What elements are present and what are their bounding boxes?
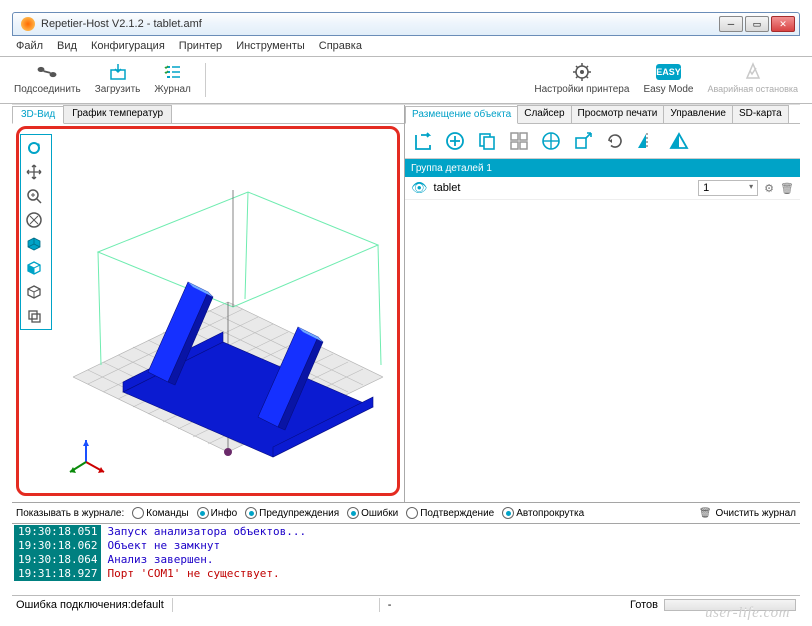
viewport-wrap <box>12 124 404 502</box>
log-output[interactable]: 19:30:18.051Запуск анализатора объектов.… <box>12 524 800 595</box>
status-dash: - <box>388 599 392 611</box>
printer-settings-button[interactable]: Настройки принтера <box>534 61 629 95</box>
add-object-icon[interactable] <box>443 129 467 153</box>
object-row[interactable]: 👁 tablet 1▾ ⚙ 🗑 <box>405 177 800 200</box>
tab-slicer[interactable]: Слайсер <box>517 105 571 123</box>
center-icon[interactable] <box>539 129 563 153</box>
viewport-toolbar <box>20 134 52 330</box>
tab-control[interactable]: Управление <box>663 105 733 123</box>
filter-ack[interactable]: Подтверждение <box>406 507 494 519</box>
filter-errors[interactable]: Ошибки <box>347 507 398 519</box>
left-tabs: 3D-Вид График температур <box>12 105 404 124</box>
log-filter-label: Показывать в журнале: <box>16 508 124 519</box>
left-panel: 3D-Вид График температур <box>12 105 405 502</box>
clear-log-button[interactable]: 🗑Очистить журнал <box>699 508 796 519</box>
menu-view[interactable]: Вид <box>57 40 77 52</box>
menu-tools[interactable]: Инструменты <box>236 40 305 52</box>
rotate-icon[interactable] <box>603 129 627 153</box>
menu-help[interactable]: Справка <box>319 40 362 52</box>
cut-icon[interactable] <box>667 129 691 153</box>
app-window: Repetier-Host V2.1.2 - tablet.amf ─ ▭ ✕ … <box>0 0 812 626</box>
iso-view-icon[interactable] <box>23 233 45 255</box>
status-ready: Готов <box>630 599 658 611</box>
menu-config[interactable]: Конфигурация <box>91 40 165 52</box>
tab-print-preview[interactable]: Просмотр печати <box>571 105 665 123</box>
move-view-icon[interactable] <box>23 161 45 183</box>
tab-sdcard[interactable]: SD-карта <box>732 105 789 123</box>
minimize-button[interactable]: ─ <box>719 16 743 32</box>
filter-warnings[interactable]: Предупреждения <box>245 507 339 519</box>
status-connection: Ошибка подключения:default <box>16 599 164 611</box>
object-delete-icon[interactable]: 🗑 <box>780 182 794 195</box>
filter-commands[interactable]: Команды <box>132 507 188 519</box>
export-icon[interactable] <box>411 129 435 153</box>
autoplace-icon[interactable] <box>507 129 531 153</box>
copy-object-icon[interactable] <box>475 129 499 153</box>
toolbar-separator <box>205 63 206 97</box>
log-panel: Показывать в журнале: Команды Инфо Преду… <box>12 502 800 595</box>
easy-mode-button[interactable]: EASY Easy Mode <box>643 61 693 95</box>
front-view-icon[interactable] <box>23 257 45 279</box>
log-filter-bar: Показывать в журнале: Команды Инфо Преду… <box>12 503 800 524</box>
statusbar: Ошибка подключения:default - Готов <box>12 595 800 614</box>
log-button[interactable]: Журнал <box>154 61 191 95</box>
object-name: tablet <box>434 182 693 194</box>
menu-printer[interactable]: Принтер <box>179 40 222 52</box>
tab-temperature[interactable]: График температур <box>63 105 172 123</box>
maximize-button[interactable]: ▭ <box>745 16 769 32</box>
content-area: 3D-Вид График температур <box>12 104 800 502</box>
parallel-view-icon[interactable] <box>23 305 45 327</box>
group-header: Группа деталей 1 <box>405 159 800 177</box>
emergency-stop-button[interactable]: Аварийная остановка <box>707 61 798 94</box>
viewport-3d[interactable] <box>48 128 398 496</box>
menu-file[interactable]: Файл <box>16 40 43 52</box>
main-toolbar: Подсоединить Загрузить Журнал Настройки … <box>0 57 812 104</box>
load-button[interactable]: Загрузить <box>95 61 141 95</box>
window-title: Repetier-Host V2.1.2 - tablet.amf <box>39 18 717 30</box>
right-panel: Размещение объекта Слайсер Просмотр печа… <box>405 105 800 502</box>
mirror-icon[interactable] <box>635 129 659 153</box>
object-settings-icon[interactable]: ⚙ <box>764 182 774 195</box>
close-button[interactable]: ✕ <box>771 16 795 32</box>
visibility-icon[interactable]: 👁 <box>411 180 428 196</box>
object-toolbar <box>405 124 800 159</box>
right-tabs: Размещение объекта Слайсер Просмотр печа… <box>405 105 800 124</box>
zoom-icon[interactable] <box>23 185 45 207</box>
watermark: user-life.com <box>705 605 790 622</box>
fit-icon[interactable] <box>23 209 45 231</box>
rotate-view-icon[interactable] <box>23 137 45 159</box>
tab-placement[interactable]: Размещение объекта <box>405 106 518 124</box>
connect-button[interactable]: Подсоединить <box>14 61 81 95</box>
titlebar: Repetier-Host V2.1.2 - tablet.amf ─ ▭ ✕ <box>12 12 800 36</box>
object-count-stepper[interactable]: 1▾ <box>698 180 758 196</box>
menubar: Файл Вид Конфигурация Принтер Инструмент… <box>0 36 812 57</box>
filter-autoscroll[interactable]: Автопрокрутка <box>502 507 584 519</box>
scale-icon[interactable] <box>571 129 595 153</box>
top-view-icon[interactable] <box>23 281 45 303</box>
tab-3d-view[interactable]: 3D-Вид <box>12 106 64 124</box>
app-icon <box>21 17 35 31</box>
filter-info[interactable]: Инфо <box>197 507 238 519</box>
